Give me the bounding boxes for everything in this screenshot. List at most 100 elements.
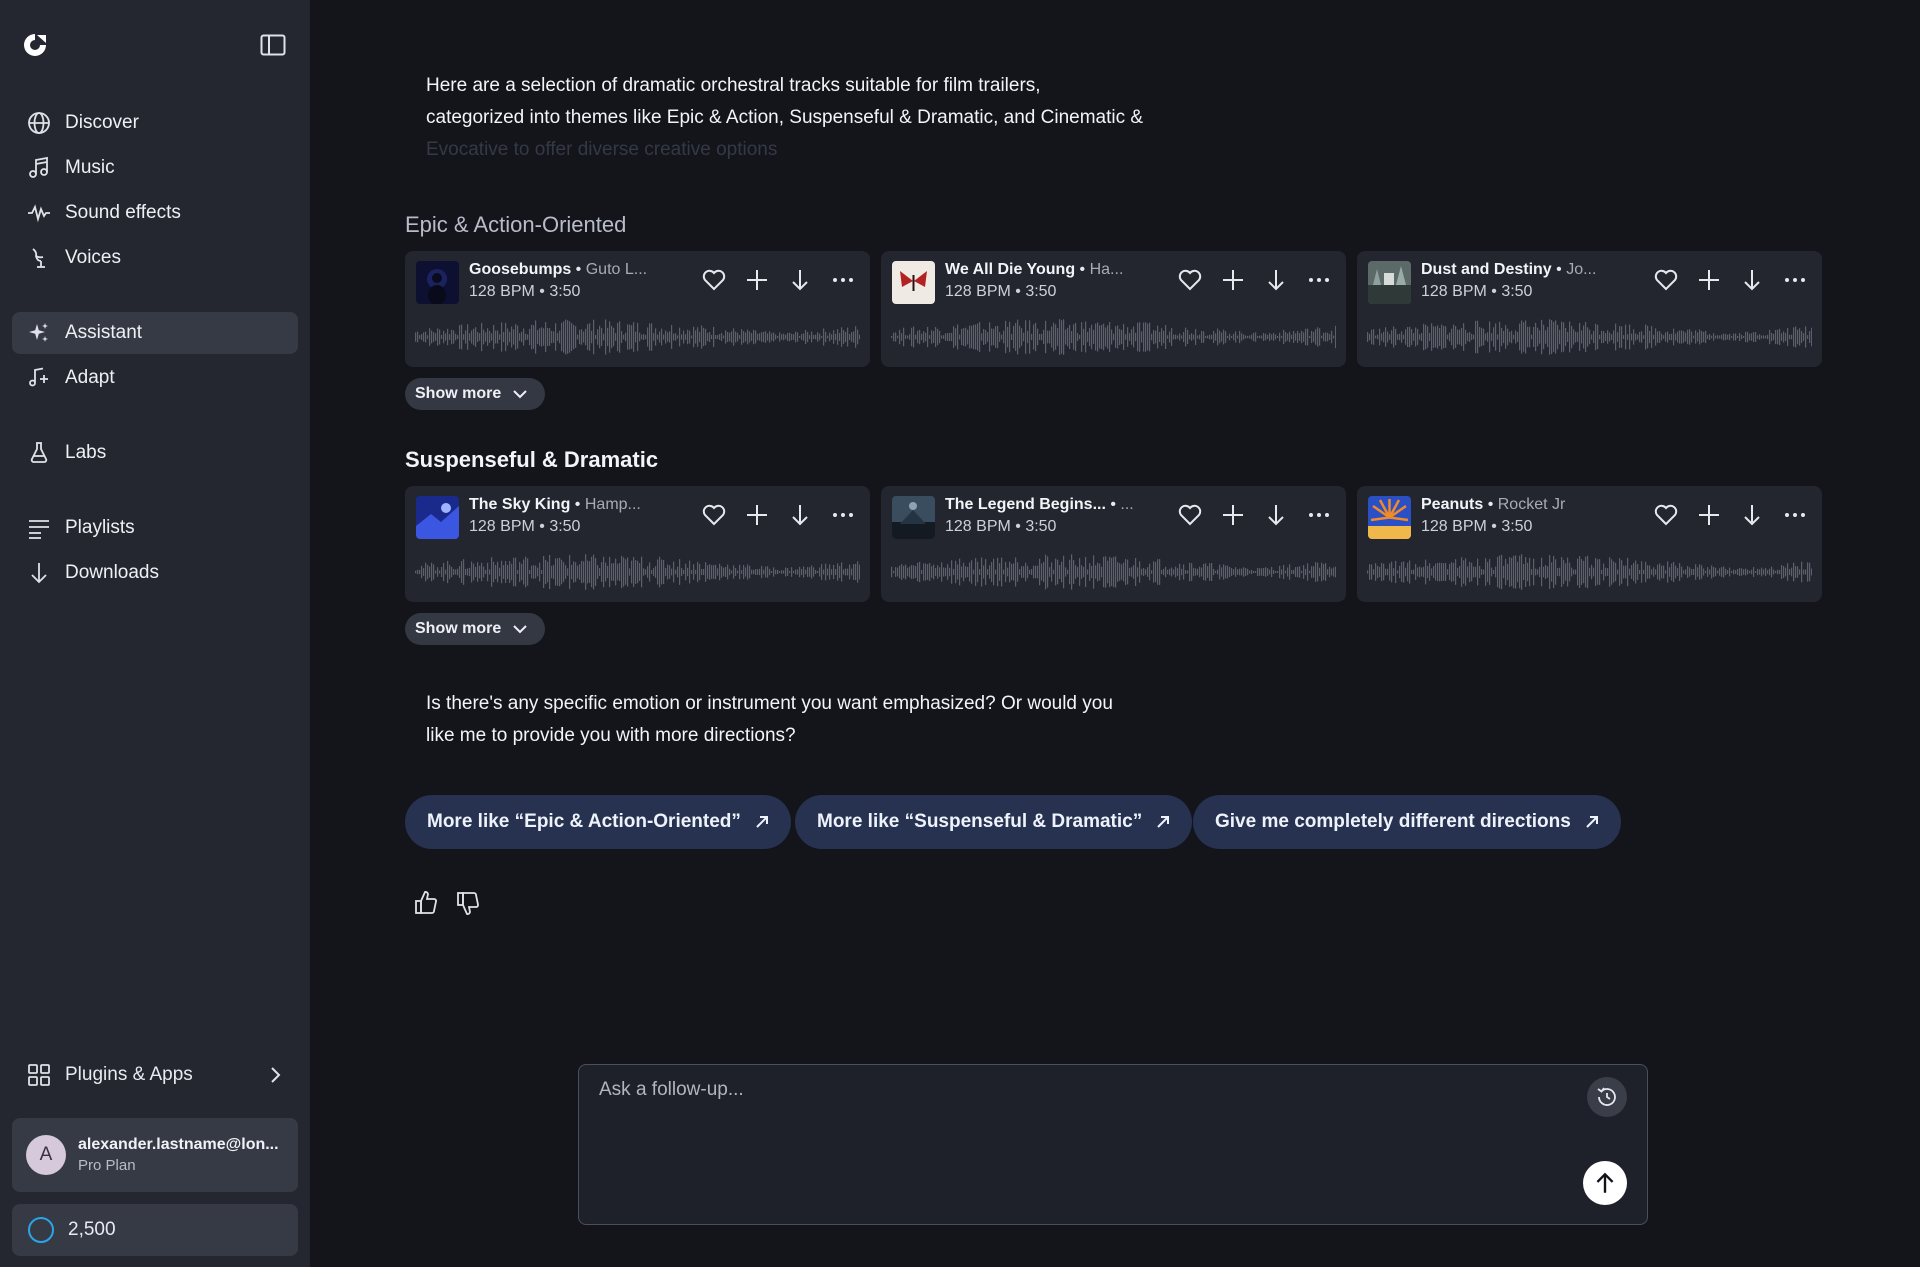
- track-card[interactable]: Goosebumps • Guto L... 128 BPM • 3:50: [405, 251, 870, 367]
- nav-music[interactable]: Music: [12, 147, 298, 189]
- heart-icon[interactable]: [1177, 502, 1203, 528]
- track-card[interactable]: The Sky King • Hamp... 128 BPM • 3:50: [405, 486, 870, 602]
- track-duration: 3:50: [1501, 283, 1533, 300]
- more-icon[interactable]: [1306, 267, 1332, 293]
- heart-icon[interactable]: [1653, 502, 1679, 528]
- sparkle-icon: [29, 323, 48, 342]
- heart-icon[interactable]: [1653, 267, 1679, 293]
- show-more-button[interactable]: Show more: [405, 613, 545, 645]
- nav-assistant-label: Assistant: [65, 322, 143, 343]
- add-icon[interactable]: [1696, 502, 1722, 528]
- suggestion-chip-epic[interactable]: More like “Epic & Action-Oriented”: [405, 795, 791, 849]
- flask-icon: [30, 442, 48, 463]
- track-card[interactable]: The Legend Begins... • ... 128 BPM • 3:5…: [881, 486, 1346, 602]
- download-icon[interactable]: [1263, 502, 1289, 528]
- download-icon[interactable]: [787, 502, 813, 528]
- track-bpm: 128 BPM: [1421, 283, 1487, 300]
- track-title-line[interactable]: The Legend Begins... • ...: [945, 496, 1145, 514]
- track-card[interactable]: Dust and Destiny • Jo... 128 BPM • 3:50: [1357, 251, 1822, 367]
- waveform[interactable]: [415, 552, 860, 592]
- download-icon: [31, 563, 47, 584]
- question-line-2: like me to provide you with more directi…: [426, 725, 796, 746]
- more-icon[interactable]: [1782, 502, 1808, 528]
- more-icon[interactable]: [830, 502, 856, 528]
- track-bpm: 128 BPM: [945, 518, 1011, 535]
- track-title-line[interactable]: We All Die Young • Ha...: [945, 261, 1145, 279]
- heart-icon[interactable]: [1177, 267, 1203, 293]
- add-icon[interactable]: [744, 267, 770, 293]
- download-icon[interactable]: [1263, 267, 1289, 293]
- track-title-line[interactable]: The Sky King • Hamp...: [469, 496, 669, 514]
- download-icon[interactable]: [787, 267, 813, 293]
- more-icon[interactable]: [1306, 502, 1332, 528]
- track-name: We All Die Young: [945, 261, 1076, 278]
- track-artist: Rocket Jr: [1497, 496, 1566, 513]
- waveform[interactable]: [891, 317, 1336, 357]
- app-logo-icon[interactable]: [22, 32, 48, 58]
- waveform[interactable]: [1367, 317, 1812, 357]
- nav-labs[interactable]: Labs: [12, 432, 298, 474]
- nav-plugins-apps[interactable]: Plugins & Apps: [12, 1054, 298, 1096]
- assistant-followup-message: Is there's any specific emotion or instr…: [426, 688, 1186, 752]
- nav-sound-effects-label: Sound effects: [65, 202, 181, 223]
- thumbs-down-icon[interactable]: [455, 889, 483, 917]
- thumbs-up-icon[interactable]: [413, 889, 441, 917]
- send-button[interactable]: [1583, 1161, 1627, 1205]
- more-icon[interactable]: [1782, 267, 1808, 293]
- nav-sound-effects[interactable]: Sound effects: [12, 192, 298, 234]
- chevron-down-icon: [513, 625, 527, 634]
- heart-icon[interactable]: [701, 502, 727, 528]
- add-icon[interactable]: [1220, 502, 1246, 528]
- add-icon[interactable]: [744, 502, 770, 528]
- track-duration: 3:50: [1501, 518, 1533, 535]
- assistant-intro-message: Here are a selection of dramatic orchest…: [426, 70, 1206, 166]
- track-title-line[interactable]: Dust and Destiny • Jo...: [1421, 261, 1621, 279]
- track-meta: 128 BPM • 3:50: [469, 283, 581, 300]
- track-actions: [1177, 502, 1332, 528]
- add-icon[interactable]: [1220, 267, 1246, 293]
- waveform[interactable]: [891, 552, 1336, 592]
- track-card[interactable]: Peanuts • Rocket Jr 128 BPM • 3:50: [1357, 486, 1822, 602]
- sidebar-toggle-icon[interactable]: [260, 34, 286, 56]
- credits-ring-icon: [28, 1217, 54, 1243]
- waveform[interactable]: [1367, 552, 1812, 592]
- track-meta: 128 BPM • 3:50: [1421, 283, 1533, 300]
- track-card[interactable]: We All Die Young • Ha... 128 BPM • 3:50: [881, 251, 1346, 367]
- more-icon[interactable]: [830, 267, 856, 293]
- download-icon[interactable]: [1739, 502, 1765, 528]
- nav-downloads-label: Downloads: [65, 562, 159, 583]
- nav-playlists[interactable]: Playlists: [12, 507, 298, 549]
- intro-line-3: Evocative to offer diverse creative opti…: [426, 139, 778, 160]
- follow-up-input[interactable]: [599, 1079, 1499, 1101]
- globe-icon: [28, 112, 50, 134]
- heart-icon[interactable]: [701, 267, 727, 293]
- nav-assistant[interactable]: Assistant: [12, 312, 298, 354]
- nav-discover[interactable]: Discover: [12, 102, 298, 144]
- waveform[interactable]: [415, 317, 860, 357]
- track-duration: 3:50: [549, 518, 581, 535]
- history-button[interactable]: [1587, 1077, 1627, 1117]
- nav-music-label: Music: [65, 157, 115, 178]
- track-artist: ...: [1120, 496, 1134, 513]
- credits-badge[interactable]: 2,500: [12, 1204, 298, 1256]
- track-title-line[interactable]: Peanuts • Rocket Jr: [1421, 496, 1621, 514]
- nav-adapt[interactable]: Adapt: [12, 357, 298, 399]
- show-more-button[interactable]: Show more: [405, 378, 545, 410]
- nav-downloads[interactable]: Downloads: [12, 552, 298, 594]
- suggestion-chip-suspenseful[interactable]: More like “Suspenseful & Dramatic”: [795, 795, 1193, 849]
- arrow-up-right-icon: [1586, 816, 1598, 828]
- track-title-line[interactable]: Goosebumps • Guto L...: [469, 261, 669, 279]
- add-icon[interactable]: [1696, 267, 1722, 293]
- suggestion-chip-different[interactable]: Give me completely different directions: [1193, 795, 1621, 849]
- account-card[interactable]: A alexander.lastname@lon... Pro Plan: [12, 1118, 298, 1192]
- track-name: Dust and Destiny: [1421, 261, 1552, 278]
- intro-line-2: categorized into themes like Epic & Acti…: [426, 107, 1144, 128]
- track-bpm: 128 BPM: [1421, 518, 1487, 535]
- nav-voices[interactable]: Voices: [12, 237, 298, 279]
- download-icon[interactable]: [1739, 267, 1765, 293]
- track-actions: [1653, 267, 1808, 293]
- album-cover: [1368, 261, 1411, 304]
- nav-discover-label: Discover: [65, 112, 139, 133]
- sidebar: Discover Music Sound effects Voices Assi…: [0, 0, 310, 1267]
- section-title-epic: Epic & Action-Oriented: [405, 212, 627, 237]
